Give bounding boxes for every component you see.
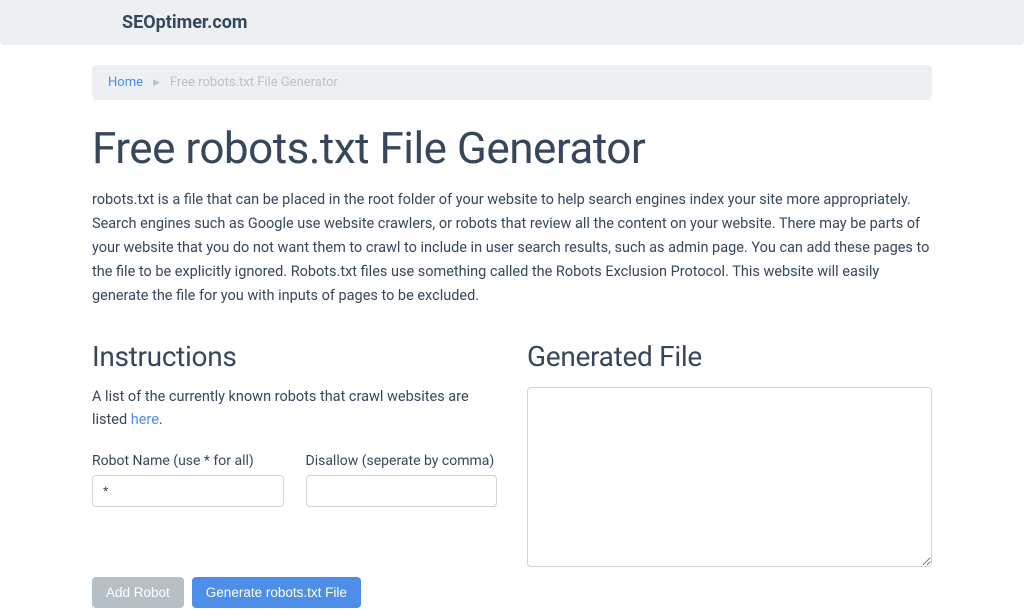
robot-name-input[interactable]	[92, 475, 284, 507]
page-title: Free robots.txt File Generator	[92, 122, 932, 174]
add-robot-button[interactable]: Add Robot	[92, 577, 184, 608]
disallow-input[interactable]	[306, 475, 498, 507]
disallow-label: Disallow (seperate by comma)	[306, 453, 498, 469]
generate-button[interactable]: Generate robots.txt File	[192, 577, 361, 608]
top-header: SEOptimer.com	[0, 0, 1024, 45]
instructions-text: A list of the currently known robots tha…	[92, 385, 497, 431]
breadcrumb: Home ▶ Free robots.txt File Generator	[92, 65, 932, 100]
breadcrumb-home-link[interactable]: Home	[108, 75, 143, 90]
intro-paragraph: robots.txt is a file that can be placed …	[92, 188, 932, 308]
generated-file-textarea[interactable]	[527, 387, 932, 567]
breadcrumb-current: Free robots.txt File Generator	[170, 75, 338, 90]
robot-name-label: Robot Name (use * for all)	[92, 453, 284, 469]
brand-logo[interactable]: SEOptimer.com	[92, 12, 932, 33]
instructions-column: Instructions A list of the currently kno…	[92, 340, 497, 608]
instructions-text-suffix: .	[159, 411, 163, 428]
robots-list-link[interactable]: here	[131, 411, 159, 428]
generated-file-column: Generated File	[527, 340, 932, 608]
chevron-right-icon: ▶	[153, 78, 160, 88]
instructions-heading: Instructions	[92, 340, 497, 373]
generated-file-heading: Generated File	[527, 340, 932, 373]
